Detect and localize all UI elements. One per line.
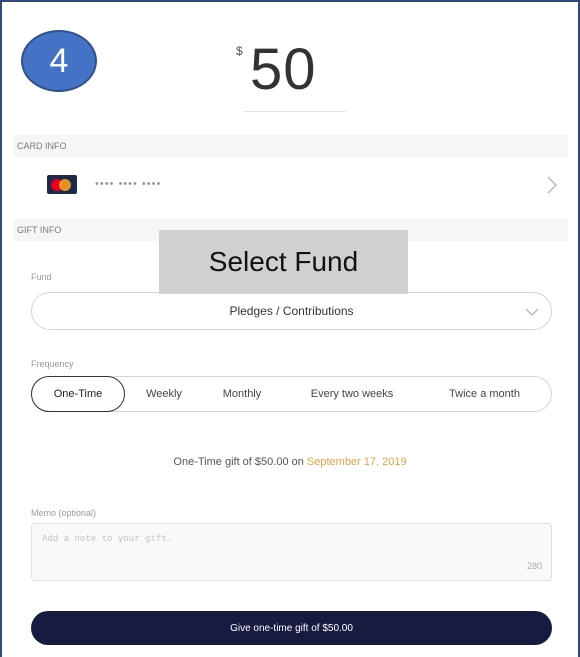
frequency-label: Frequency bbox=[31, 359, 74, 369]
chevron-down-icon bbox=[525, 308, 539, 316]
step-badge: 4 bbox=[21, 30, 97, 92]
frequency-option-monthly[interactable]: Monthly bbox=[202, 377, 282, 411]
memo-char-counter: 280 bbox=[526, 561, 542, 571]
fund-select-value: Pledges / Contributions bbox=[229, 304, 354, 318]
card-selector[interactable]: •••• •••• •••• bbox=[13, 163, 568, 208]
frequency-option-every-two-weeks[interactable]: Every two weeks bbox=[287, 377, 417, 411]
chevron-right-icon bbox=[547, 176, 557, 194]
gift-date-link[interactable]: September 17, 2019 bbox=[307, 456, 407, 468]
frequency-option-weekly[interactable]: Weekly bbox=[129, 377, 199, 411]
amount-display[interactable]: $ 50 bbox=[236, 37, 346, 112]
card-masked-number: •••• •••• •••• bbox=[95, 178, 162, 190]
fund-select[interactable]: Pledges / Contributions bbox=[31, 292, 552, 330]
frequency-option-twice-a-month[interactable]: Twice a month bbox=[422, 377, 547, 411]
select-fund-annotation: Select Fund bbox=[159, 230, 408, 294]
memo-textarea[interactable]: Add a note to your gift. 280 bbox=[31, 523, 552, 581]
memo-label: Memo (optional) bbox=[31, 508, 97, 518]
memo-placeholder: Add a note to your gift. bbox=[42, 534, 173, 544]
currency-symbol: $ bbox=[236, 44, 243, 58]
gift-summary: One-Time gift of $50.00 on September 17,… bbox=[0, 456, 580, 468]
mastercard-icon bbox=[47, 175, 77, 194]
frequency-option-one-time[interactable]: One-Time bbox=[31, 376, 125, 412]
fund-label: Fund bbox=[31, 272, 52, 282]
frequency-selector: One-Time Weekly Monthly Every two weeks … bbox=[31, 376, 552, 412]
amount-value: 50 bbox=[250, 37, 317, 102]
give-gift-button[interactable]: Give one-time gift of $50.00 bbox=[31, 611, 552, 645]
card-info-header: CARD INFO bbox=[13, 135, 568, 157]
gift-summary-text: One-Time gift of $50.00 on bbox=[173, 456, 307, 468]
